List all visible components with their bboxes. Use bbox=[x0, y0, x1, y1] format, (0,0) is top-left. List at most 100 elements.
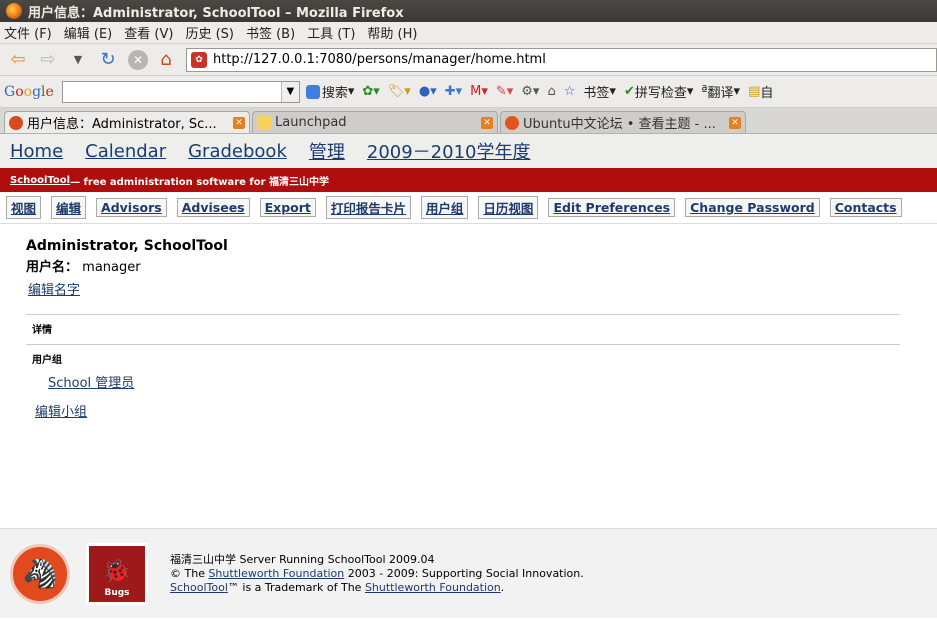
details-heading: 详情 bbox=[32, 325, 52, 336]
translate-button[interactable]: ª 翻译 ▾ bbox=[701, 82, 740, 101]
spellcheck-button[interactable]: ✔ 拼写检查 ▾ bbox=[624, 82, 693, 101]
plus-icon[interactable]: ✚▾ bbox=[445, 84, 462, 99]
back-arrow-icon[interactable]: ⇦ bbox=[4, 47, 32, 73]
username-value: manager bbox=[82, 260, 141, 275]
nav-school-year[interactable]: 2009－2010学年度 bbox=[367, 138, 531, 164]
footer-line3: SchoolTool™ is a Trademark of The Shuttl… bbox=[170, 581, 584, 595]
spellcheck-label: 拼写检查 bbox=[634, 86, 687, 101]
autofill-button[interactable]: ▤ 自 bbox=[748, 82, 773, 101]
banner-text: — free administration software for 福清三山中… bbox=[70, 176, 330, 188]
navigation-toolbar: ⇦ ⇨ ▼ ↻ ✕ ⌂ ✿ http://127.0.0.1:7080/pers… bbox=[0, 44, 937, 76]
menu-help[interactable]: 帮助 (H) bbox=[367, 23, 417, 42]
gmail-icon[interactable]: M▾ bbox=[470, 84, 488, 99]
tab-ubuntu-forum[interactable]: Ubuntu中文论坛 • 查看主题 - ... ✕ bbox=[500, 111, 746, 133]
view-button[interactable]: 视图 bbox=[6, 196, 42, 219]
close-icon[interactable]: ✕ bbox=[481, 116, 493, 129]
autofill-icon: ▤ bbox=[748, 84, 761, 99]
tab-strip: 用户信息：Administrator, Sc... ✕ Launchpad ✕ … bbox=[0, 108, 937, 134]
schooltool-link[interactable]: SchoolTool bbox=[10, 175, 70, 186]
autofill-label: 自 bbox=[760, 86, 774, 101]
close-icon[interactable]: ✕ bbox=[729, 116, 741, 129]
edit-preferences-button[interactable]: Edit Preferences bbox=[548, 198, 676, 217]
menu-file[interactable]: 文件 (F) bbox=[4, 23, 52, 42]
window-titlebar: 用户信息：Administrator, SchoolTool – Mozilla… bbox=[0, 0, 937, 22]
spellcheck-icon: ✔ bbox=[623, 84, 635, 99]
url-text: http://127.0.0.1:7080/persons/manager/ho… bbox=[213, 52, 546, 67]
nav-manage[interactable]: 管理 bbox=[309, 138, 345, 164]
home-icon[interactable]: ⌂ bbox=[152, 47, 180, 73]
search-label: 搜索 bbox=[321, 86, 348, 101]
edit-name-link[interactable]: 编辑名字 bbox=[28, 283, 80, 298]
username-label: 用户名： bbox=[26, 260, 79, 275]
translate-label: 翻译 bbox=[707, 86, 734, 101]
forward-arrow-icon[interactable]: ⇨ bbox=[34, 47, 62, 73]
export-button[interactable]: Export bbox=[259, 198, 316, 217]
star-icon[interactable]: ☆ bbox=[564, 84, 576, 99]
reload-icon[interactable]: ↻ bbox=[94, 47, 122, 73]
calendar-view-button[interactable]: 日历视图 bbox=[478, 196, 539, 219]
bugs-logo[interactable]: 🐞 Bugs bbox=[86, 542, 148, 605]
flower-icon[interactable]: ✿▾ bbox=[362, 84, 379, 99]
nav-gradebook[interactable]: Gradebook bbox=[188, 141, 287, 162]
main-content: Administrator, SchoolTool 用户名： manager 编… bbox=[0, 224, 937, 434]
google-search-button[interactable]: 搜索 ▾ bbox=[305, 82, 354, 101]
site-navigation: Home Calendar Gradebook 管理 2009－2010学年度 bbox=[0, 134, 937, 168]
username-row: 用户名： manager bbox=[26, 256, 911, 275]
schooltool-banner: SchoolTool — free administration softwar… bbox=[0, 168, 937, 192]
groups-section: 用户组 School 管理员 编辑小组 bbox=[26, 344, 900, 420]
schooltool-footer-link[interactable]: SchoolTool bbox=[170, 581, 228, 594]
bug-icon: 🐞 bbox=[103, 558, 131, 584]
globe-icon[interactable]: ●▾ bbox=[419, 84, 437, 99]
library-icon[interactable]: ⌂ bbox=[547, 84, 555, 99]
stop-icon[interactable]: ✕ bbox=[128, 49, 148, 70]
edit-groups-link[interactable]: 编辑小组 bbox=[35, 405, 87, 420]
contacts-button[interactable]: Contacts bbox=[829, 198, 902, 217]
firefox-icon bbox=[6, 3, 22, 19]
advisors-button[interactable]: Advisors bbox=[96, 198, 167, 217]
bookmarks-label: 书签 bbox=[583, 86, 610, 101]
tab-user-info[interactable]: 用户信息：Administrator, Sc... ✕ bbox=[4, 111, 250, 133]
settings-icon[interactable]: ⚙▾ bbox=[521, 84, 539, 99]
menu-edit[interactable]: 编辑 (E) bbox=[64, 23, 113, 42]
group-item-school-manager[interactable]: School 管理员 bbox=[48, 376, 134, 391]
trademark-suffix: . bbox=[500, 580, 505, 594]
site-favicon-icon: ✿ bbox=[191, 51, 207, 68]
menubar: 文件 (F) 编辑 (E) 查看 (V) 历史 (S) 书签 (B) 工具 (T… bbox=[0, 22, 937, 44]
shuttleworth-link[interactable]: Shuttleworth Foundation bbox=[208, 567, 344, 580]
menu-tools[interactable]: 工具 (T) bbox=[307, 23, 355, 42]
advisees-button[interactable]: Advisees bbox=[176, 198, 250, 217]
url-bar[interactable]: ✿ http://127.0.0.1:7080/persons/manager/… bbox=[186, 47, 937, 72]
ubuntu-favicon-icon bbox=[505, 115, 519, 130]
google-toolbar: Google ▼ 搜索 ▾ ✿▾ 🏷▾ ●▾ ✚▾ M▾ ✎▾ ⚙▾ ⌂ ☆ 书签… bbox=[0, 76, 937, 108]
print-report-card-button[interactable]: 打印报告卡片 bbox=[325, 196, 411, 219]
copyright-suffix: 2003 - 2009: Supporting Social Innovatio… bbox=[344, 566, 584, 580]
menu-bookmarks[interactable]: 书签 (B) bbox=[246, 23, 295, 42]
history-dropdown-icon[interactable]: ▼ bbox=[64, 47, 92, 73]
edit-button[interactable]: 编辑 bbox=[51, 196, 87, 219]
menu-view[interactable]: 查看 (V) bbox=[124, 23, 173, 42]
shuttleworth-footer-link[interactable]: Shuttleworth Foundation bbox=[365, 581, 501, 594]
details-section: 详情 bbox=[26, 314, 900, 344]
tab-launchpad[interactable]: Launchpad ✕ bbox=[252, 111, 498, 133]
bookmarks-button[interactable]: 书签 ▾ bbox=[583, 82, 616, 101]
pagerank-icon[interactable]: 🏷▾ bbox=[388, 84, 411, 99]
google-search-input[interactable]: ▼ bbox=[61, 80, 300, 103]
close-icon[interactable]: ✕ bbox=[233, 116, 245, 129]
window-title: 用户信息：Administrator, SchoolTool – Mozilla… bbox=[28, 5, 404, 21]
tab-label: 用户信息：Administrator, Sc... bbox=[27, 117, 217, 132]
nav-home[interactable]: Home bbox=[10, 141, 63, 162]
page-footer: 🦓 🐞 Bugs 福清三山中学 Server Running SchoolToo… bbox=[0, 528, 937, 618]
change-password-button[interactable]: Change Password bbox=[685, 198, 820, 217]
groups-button[interactable]: 用户组 bbox=[420, 196, 469, 219]
google-g-icon bbox=[305, 84, 320, 99]
copyright-prefix: © The bbox=[170, 566, 209, 580]
google-logo: Google bbox=[4, 83, 54, 100]
menu-history[interactable]: 历史 (S) bbox=[185, 23, 234, 42]
schooltool-favicon-icon bbox=[9, 115, 23, 130]
nav-calendar[interactable]: Calendar bbox=[85, 141, 166, 162]
footer-line2: © The Shuttleworth Foundation 2003 - 200… bbox=[170, 567, 584, 581]
action-bar: 视图 编辑 Advisors Advisees Export 打印报告卡片 用户… bbox=[0, 192, 937, 224]
trademark-text: ™ is a Trademark of The bbox=[227, 580, 365, 594]
chevron-down-icon[interactable]: ▼ bbox=[280, 81, 299, 102]
bookmark-star-icon[interactable]: ✎▾ bbox=[496, 84, 513, 99]
